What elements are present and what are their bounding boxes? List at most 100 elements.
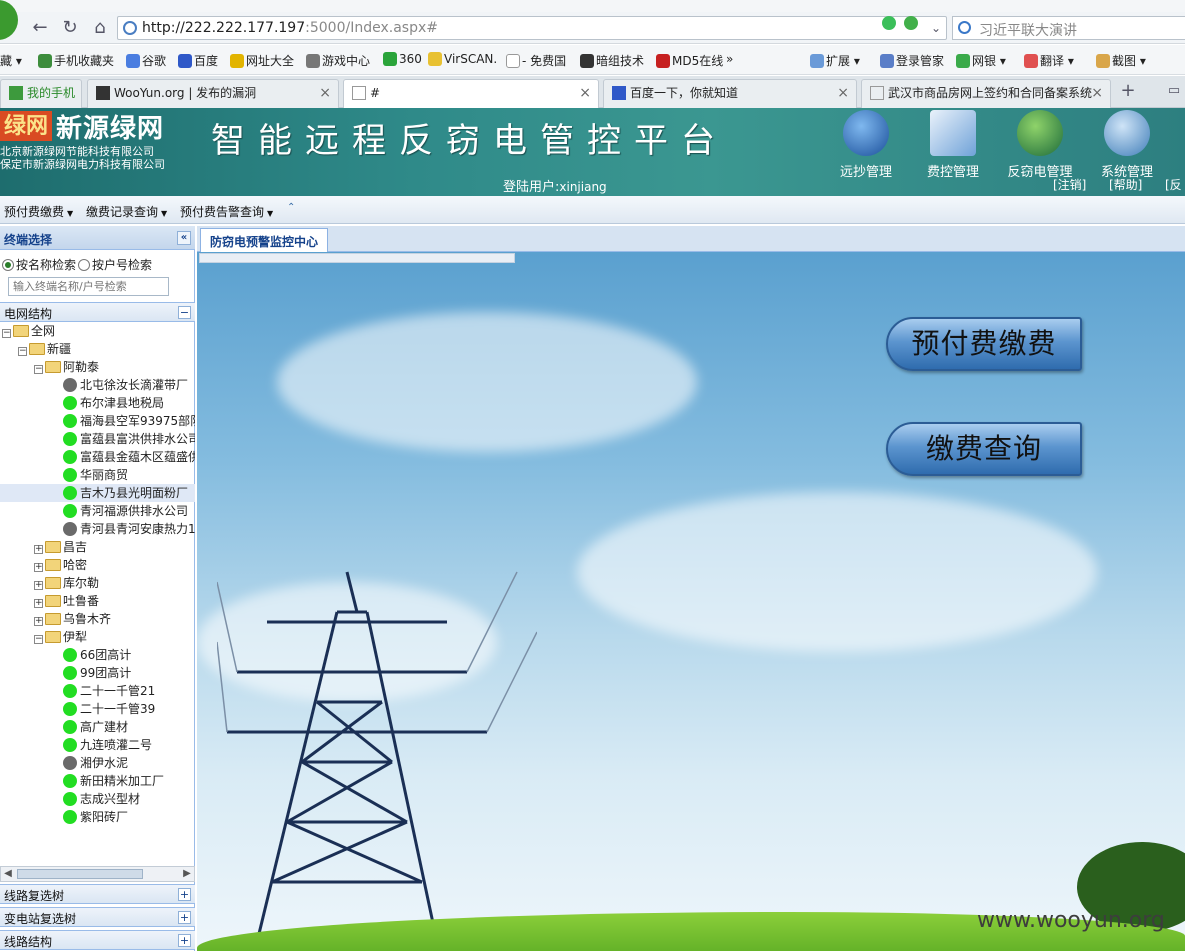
tree-leaf-terminal[interactable]: 福海县空军93975部队 xyxy=(0,412,195,430)
tree-leaf-terminal[interactable]: 新田精米加工厂 xyxy=(0,772,195,790)
ie-compat-icon[interactable] xyxy=(904,16,918,30)
menu-prepay-alarm[interactable]: 预付费告警查询 ▼ xyxy=(180,203,273,220)
tree-leaf-terminal[interactable]: 66团高计 xyxy=(0,646,195,664)
scroll-right-icon[interactable]: ▶ xyxy=(180,867,194,881)
prepay-button[interactable]: 预付费缴费 xyxy=(886,317,1082,371)
more-bookmarks-icon[interactable]: » xyxy=(726,52,733,66)
bookmark-item[interactable]: 360 xyxy=(383,52,422,66)
bookmark-item[interactable]: 藏 ▾ xyxy=(0,52,22,69)
close-icon[interactable]: × xyxy=(837,80,849,106)
radio-by-name[interactable] xyxy=(2,259,14,271)
menu-anti-theft[interactable]: 反窃电管理 xyxy=(1000,110,1080,180)
toolbar-login[interactable]: 登录管家 xyxy=(880,52,944,69)
toolbar-screenshot[interactable]: 截图 ▾ xyxy=(1096,52,1146,69)
close-icon[interactable]: × xyxy=(579,80,591,106)
plus-icon[interactable]: + xyxy=(178,934,191,947)
close-icon[interactable]: × xyxy=(1091,80,1103,106)
section-line-tree[interactable]: 线路复选树 + xyxy=(0,884,195,904)
collapse-toggle-icon[interactable]: − xyxy=(34,635,43,644)
address-bar[interactable]: http://222.222.177.197:5000/Index.aspx# xyxy=(117,16,947,40)
tree-leaf-terminal[interactable]: 高广建材 xyxy=(0,718,195,736)
menu-system[interactable]: 系统管理 xyxy=(1087,110,1167,180)
toolbar-translate[interactable]: 翻译 ▾ xyxy=(1024,52,1074,69)
logout-link[interactable]: [注销] xyxy=(1053,176,1086,193)
tree-leaf-terminal[interactable]: 吉木乃县光明面粉厂 xyxy=(0,484,195,502)
tree-leaf-terminal[interactable]: 99团高计 xyxy=(0,664,195,682)
tree-node-root[interactable]: − 全网 xyxy=(0,322,195,340)
tree-leaf-terminal[interactable]: 二十一千管39 xyxy=(0,700,195,718)
menu-meter-reading[interactable]: 远抄管理 xyxy=(826,110,906,180)
close-icon[interactable]: × xyxy=(319,80,331,106)
browser-search-box[interactable]: 习近平联大演讲 xyxy=(952,16,1185,40)
plus-icon[interactable]: + xyxy=(178,911,191,924)
menu-payment-records[interactable]: 缴费记录查询 ▼ xyxy=(86,203,167,220)
section-line-structure[interactable]: 线路结构 + xyxy=(0,930,195,950)
minus-icon[interactable]: − xyxy=(178,306,191,319)
menu-fee-control[interactable]: 费控管理 xyxy=(913,110,993,180)
bookmark-item[interactable]: 网址大全 xyxy=(230,52,294,69)
tree-leaf-terminal[interactable]: 湘伊水泥 xyxy=(0,754,195,772)
toolbar-bank[interactable]: 网银 ▾ xyxy=(956,52,1006,69)
tree-leaf-terminal[interactable]: 富蕴县富洪供排水公司 xyxy=(0,430,195,448)
plus-icon[interactable]: + xyxy=(178,888,191,901)
tree-leaf-terminal[interactable]: 青河福源供排水公司 xyxy=(0,502,195,520)
bookmark-item[interactable]: - 免费国 xyxy=(506,52,566,69)
tree-leaf-terminal[interactable]: 二十一千管21 xyxy=(0,682,195,700)
tree-leaf-terminal[interactable]: 北屯徐汝长滴灌带厂 xyxy=(0,376,195,394)
bookmark-item[interactable]: 手机收藏夹 xyxy=(38,52,114,69)
tree-node-group[interactable]: + 库尔勒 xyxy=(0,574,195,592)
expand-toggle-icon[interactable]: + xyxy=(34,617,43,626)
tree-leaf-terminal[interactable]: 华丽商贸 xyxy=(0,466,195,484)
scroll-thumb[interactable] xyxy=(17,869,143,879)
menu-prepay[interactable]: 预付费缴费 ▼ xyxy=(4,203,73,220)
tree-node-group[interactable]: + 哈密 xyxy=(0,556,195,574)
collapse-up-icon[interactable]: ⌃ xyxy=(287,202,295,213)
chevron-down-icon[interactable]: ⌄ xyxy=(924,17,948,39)
terminal-search-input[interactable] xyxy=(8,277,169,296)
expand-toggle-icon[interactable]: + xyxy=(34,581,43,590)
tab-baidu[interactable]: 百度一下，你就知道 × xyxy=(603,79,857,108)
back-arrow-icon[interactable]: ← xyxy=(28,17,52,39)
tree-leaf-terminal[interactable]: 布尔津县地税局 xyxy=(0,394,195,412)
tab-monitor-center[interactable]: 防窃电预警监控中心 xyxy=(200,228,329,252)
section-substation-tree[interactable]: 变电站复选树 + xyxy=(0,907,195,927)
tab-current[interactable]: # × xyxy=(343,79,599,109)
tree-node-group[interactable]: + 吐鲁番 xyxy=(0,592,195,610)
collapse-left-icon[interactable]: « xyxy=(177,231,191,245)
bookmark-item[interactable]: 游戏中心 xyxy=(306,52,370,69)
tab-wooyun[interactable]: WooYun.org | 发布的漏洞 × xyxy=(87,79,339,108)
more-link[interactable]: [反 xyxy=(1165,176,1182,193)
expand-toggle-icon[interactable]: + xyxy=(34,545,43,554)
collapse-toggle-icon[interactable]: − xyxy=(2,329,11,338)
section-grid[interactable]: 电网结构 − xyxy=(0,302,195,322)
tab-wuhan[interactable]: 武汉市商品房网上签约和合同备案系统 × xyxy=(861,79,1111,108)
tree-leaf-terminal[interactable]: 紫阳砖厂 xyxy=(0,808,195,826)
reload-icon[interactable]: ↻ xyxy=(58,17,82,39)
home-icon[interactable]: ⌂ xyxy=(88,17,112,39)
payment-query-button[interactable]: 缴费查询 xyxy=(886,422,1082,476)
tab-my-phone[interactable]: 我的手机 xyxy=(0,79,82,108)
bookmark-item[interactable]: 百度 xyxy=(178,52,218,69)
bookmark-item[interactable]: 谷歌 xyxy=(126,52,166,69)
collapse-toggle-icon[interactable]: − xyxy=(18,347,27,356)
toolbar-ext[interactable]: 扩展 ▾ xyxy=(810,52,860,69)
tree-leaf-terminal[interactable]: 九连喷灌二号 xyxy=(0,736,195,754)
scroll-left-icon[interactable]: ◀ xyxy=(1,867,15,881)
tree-node-group[interactable]: − 阿勒泰 xyxy=(0,358,195,376)
tree-scrollbar[interactable]: ◀ ▶ xyxy=(0,866,195,882)
bookmark-item[interactable]: 暗组技术 xyxy=(580,52,644,69)
tree-node-group[interactable]: − 伊犁 xyxy=(0,628,195,646)
speed-icon[interactable] xyxy=(882,16,896,30)
bookmark-item[interactable]: MD5在线 xyxy=(656,52,723,69)
tab-list-icon[interactable]: ▭ xyxy=(1162,80,1185,102)
tree-node-group[interactable]: + 乌鲁木齐 xyxy=(0,610,195,628)
bookmark-item[interactable]: VirSCAN. xyxy=(428,52,497,66)
tree-leaf-terminal[interactable]: 富蕴县金蕴木区蕴盛供 xyxy=(0,448,195,466)
expand-toggle-icon[interactable]: + xyxy=(34,563,43,572)
tree-leaf-terminal[interactable]: 志成兴型材 xyxy=(0,790,195,808)
new-tab-icon[interactable]: + xyxy=(1116,80,1140,102)
tree-leaf-terminal[interactable]: 青河县青河安康热力1 xyxy=(0,520,195,538)
help-link[interactable]: [帮助] xyxy=(1109,176,1142,193)
expand-toggle-icon[interactable]: + xyxy=(34,599,43,608)
collapse-toggle-icon[interactable]: − xyxy=(34,365,43,374)
